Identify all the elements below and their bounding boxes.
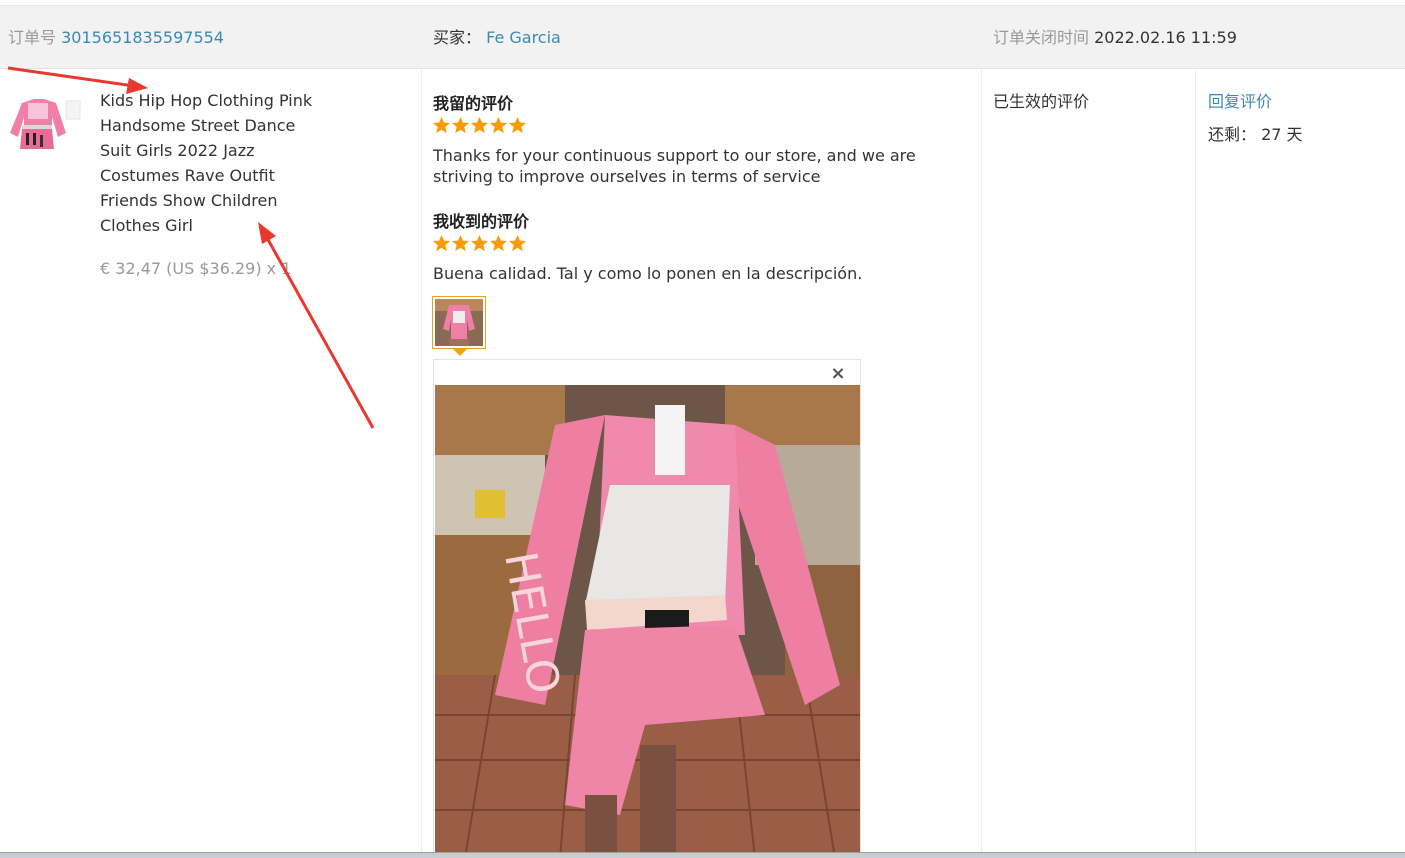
column-divider — [1195, 70, 1196, 855]
column-divider — [421, 70, 422, 855]
close-icon[interactable]: × — [829, 363, 847, 385]
reply-review-link[interactable]: 回复评价 — [1208, 88, 1272, 112]
star-icon — [451, 116, 470, 134]
buyer-name-link[interactable]: Fe Garcia — [486, 28, 561, 47]
star-icon — [470, 234, 489, 252]
buyer-group: 买家： Fe Garcia — [433, 6, 561, 69]
order-number-group: 订单号 3015651835597554 — [8, 6, 224, 69]
order-number-label: 订单号 — [8, 28, 57, 47]
close-time-label: 订单关闭时间 — [993, 28, 1090, 47]
star-icon — [451, 234, 470, 252]
received-review-title: 我收到的评价 — [433, 212, 530, 231]
my-review-text: Thanks for your continuous support to ou… — [433, 146, 916, 186]
thumbnail-pointer — [453, 349, 467, 356]
annotation-arrow-2 — [258, 222, 375, 429]
star-icon — [470, 116, 489, 134]
product-thumbnail[interactable] — [8, 95, 84, 157]
review-photo-large: HELLO — [435, 385, 860, 858]
buyer-label: 买家： — [433, 28, 482, 47]
product-title-link[interactable]: Kids Hip Hop Clothing Pink Handsome Stre… — [100, 88, 315, 238]
received-review-stars — [432, 234, 527, 254]
star-icon — [508, 116, 527, 134]
review-status: 已生效的评价 — [993, 92, 1090, 111]
star-icon — [489, 234, 508, 252]
review-photo-thumbnail[interactable] — [432, 296, 486, 349]
star-icon — [432, 234, 451, 252]
star-icon — [508, 234, 527, 252]
product-price: € 32,47 (US $36.29) x 1 — [100, 259, 292, 278]
my-review-title: 我留的评价 — [433, 94, 514, 113]
remaining-days: 还剩： 27 天 — [1208, 125, 1303, 144]
order-header: 订单号 3015651835597554 买家： Fe Garcia 订单关闭时… — [0, 6, 1405, 69]
my-review-stars — [432, 116, 527, 136]
column-divider — [981, 70, 982, 855]
order-number-link[interactable]: 3015651835597554 — [61, 28, 224, 47]
close-time-group: 订单关闭时间 2022.02.16 11:59 — [993, 6, 1237, 69]
star-icon — [489, 116, 508, 134]
star-icon — [432, 116, 451, 134]
close-time-value: 2022.02.16 11:59 — [1094, 28, 1237, 47]
os-taskbar-edge — [0, 852, 1405, 858]
received-review-text: Buena calidad. Tal y como lo ponen en la… — [433, 264, 863, 283]
